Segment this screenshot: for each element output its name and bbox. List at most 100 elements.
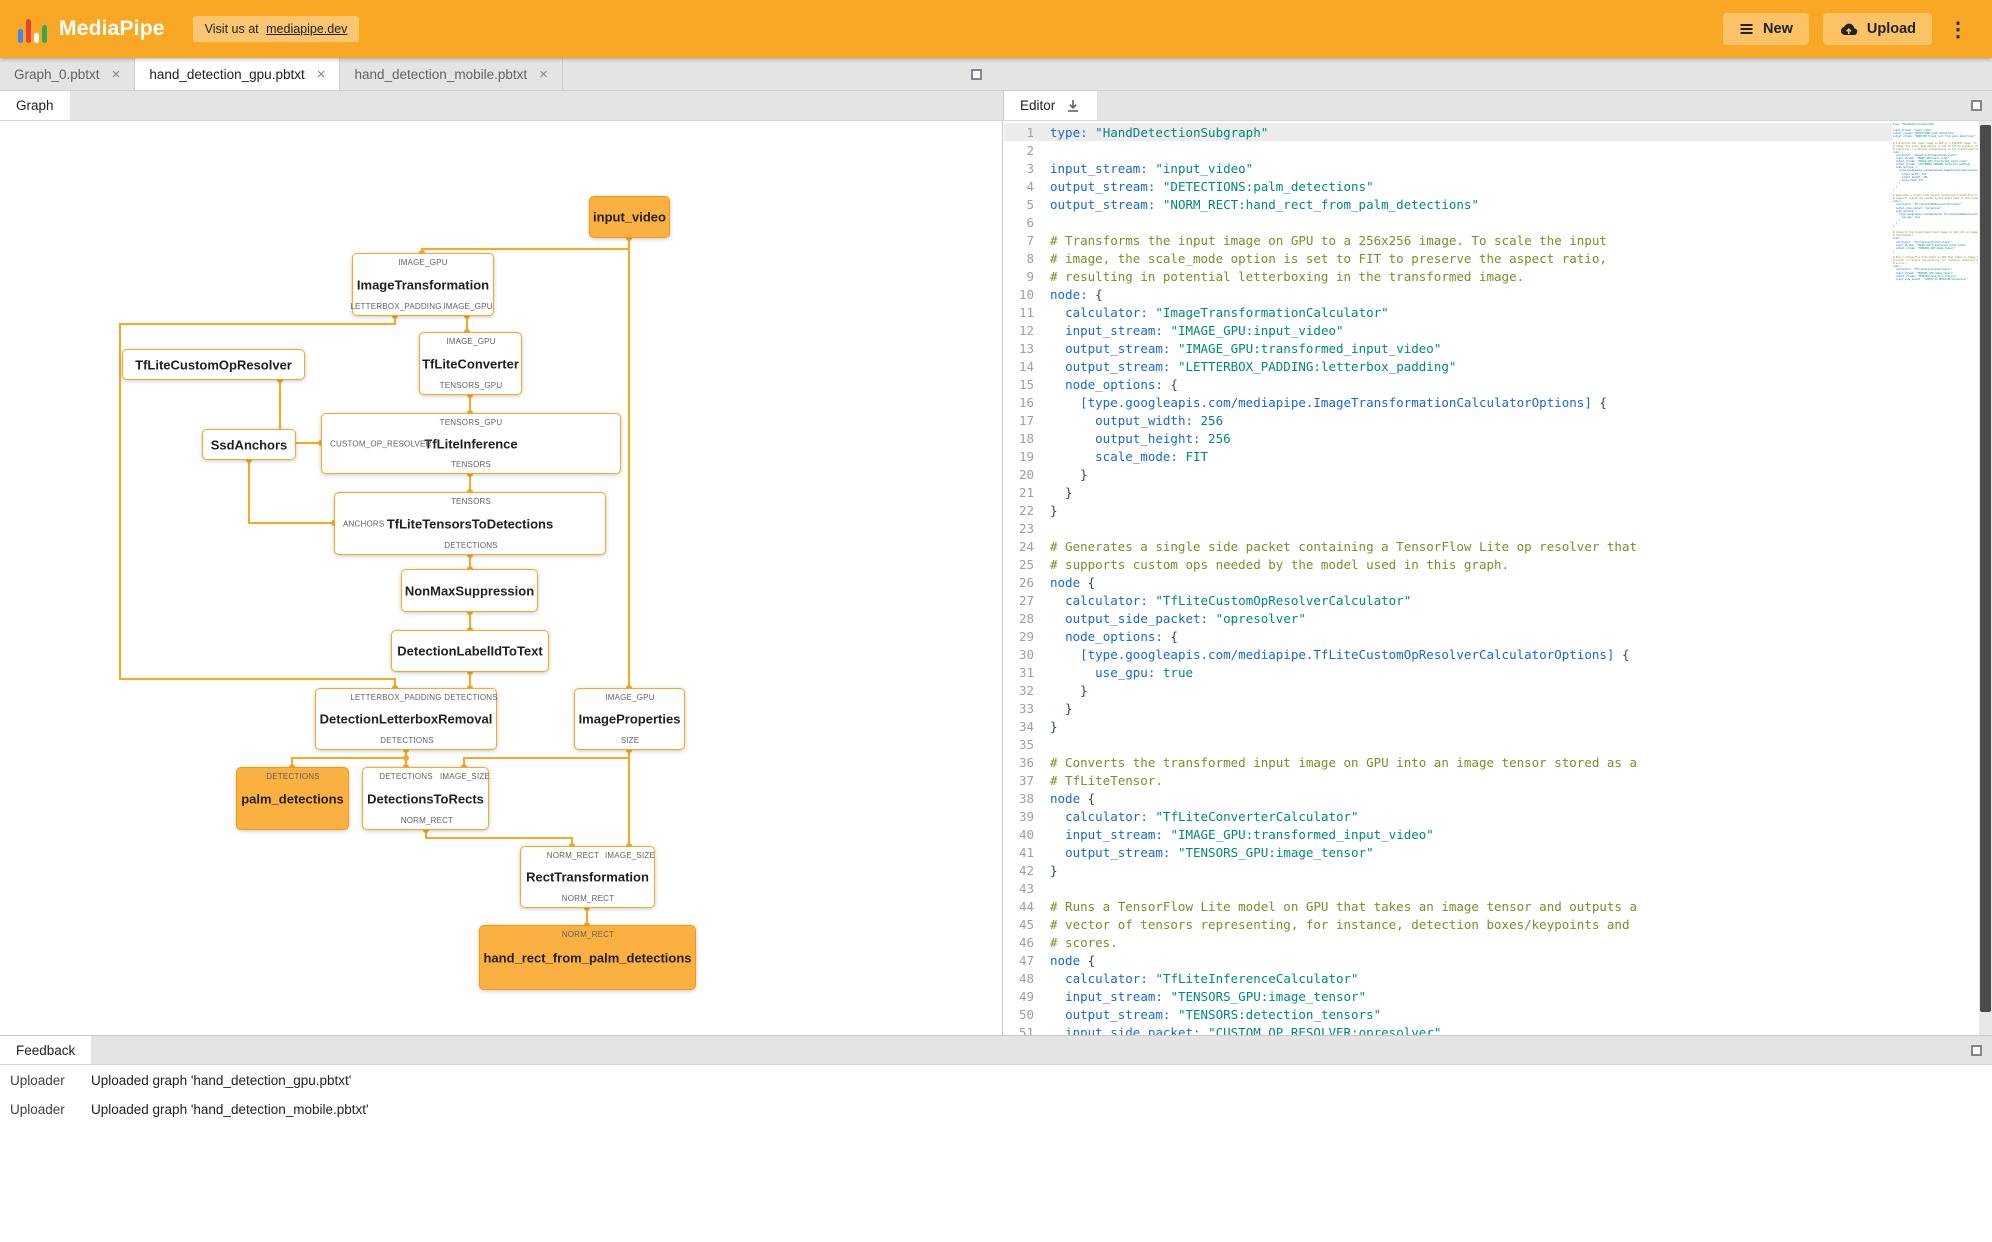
code-line[interactable]: 9 # resulting in potential letterboxing i… — [1004, 267, 1892, 285]
graph-node-image_properties[interactable]: ImageProperties IMAGE_GPU SIZE — [574, 688, 685, 750]
code-line[interactable]: 21 } — [1004, 483, 1892, 501]
node-title: DetectionLabelIdToText — [397, 643, 543, 659]
code-line[interactable]: 48 calculator: "TfLiteInferenceCalculato… — [1004, 969, 1892, 987]
code-line[interactable]: 6 — [1004, 213, 1892, 231]
code-line[interactable]: 16 [type.googleapis.com/mediapipe.ImageT… — [1004, 393, 1892, 411]
node-port-label: IMAGE_GPU — [398, 258, 448, 267]
code-line[interactable]: 42} — [1004, 861, 1892, 879]
graph-node-non_max_suppression[interactable]: NonMaxSuppression — [401, 569, 538, 612]
graph-tab[interactable]: Graph — [0, 91, 70, 120]
graph-node-detections_to_rects[interactable]: DetectionsToRects DETECTIONS IMAGE_SIZE NOR… — [362, 767, 490, 830]
code-line[interactable]: 5 output_stream: "NORM_RECT:hand_rect_fro… — [1004, 195, 1892, 213]
graph-node-tflite_custom_op_resolver[interactable]: TfLiteCustomOpResolver — [122, 349, 305, 380]
file-tab[interactable]: Graph_0.pbtxt × — [0, 58, 136, 90]
code-text: } — [1050, 466, 1088, 482]
code-line[interactable]: 36 # Converts the transformed input image… — [1004, 753, 1892, 771]
code-line[interactable]: 25 # supports custom ops needed by the mo… — [1004, 555, 1892, 573]
feedback-expand-icon[interactable] — [1971, 1045, 1982, 1056]
minimap[interactable]: type: "HandDetectionSubgraph" input_strea… — [1893, 123, 1978, 1033]
editor-scrollbar[interactable] — [1979, 121, 1992, 1035]
graph-node-hand_rect_from_palm_detections[interactable]: hand_rect_from_palm_detections NORM_RECT — [479, 925, 696, 990]
code-line[interactable]: 26 node { — [1004, 573, 1892, 591]
code-line[interactable]: 23 — [1004, 519, 1892, 537]
scrollbar-thumb[interactable] — [1980, 125, 1991, 1012]
node-title: TfLiteCustomOpResolver — [135, 357, 292, 372]
close-icon[interactable]: × — [317, 66, 326, 83]
code-line[interactable]: 49 input_stream: "TENSORS_GPU:image_tens… — [1004, 987, 1892, 1005]
code-line[interactable]: 27 calculator: "TfLiteCustomOpResolverCa… — [1004, 591, 1892, 609]
code-line[interactable]: 34} — [1004, 717, 1892, 735]
code-line[interactable]: 50 output_stream: "TENSORS:detection_ten… — [1004, 1005, 1892, 1023]
node-title: NonMaxSuppression — [404, 583, 535, 598]
code-line[interactable]: 33 } — [1004, 699, 1892, 717]
code-line[interactable]: 43 — [1004, 879, 1892, 897]
code-line[interactable]: 28 output_side_packet: "opresolver" — [1004, 609, 1892, 627]
graph-canvas[interactable]: input_video ImageTransformation IMAGE_GPU L… — [0, 121, 1003, 1035]
code-line[interactable]: 41 output_stream: "TENSORS_GPU:image_ten… — [1004, 843, 1892, 861]
graph-node-tflite_tensors_to_detections[interactable]: TfLiteTensorsToDetections TENSORS DETECTIO… — [334, 492, 606, 555]
file-tab[interactable]: hand_detection_gpu.pbtxt × — [135, 58, 341, 90]
code-line[interactable]: 35 — [1004, 735, 1892, 753]
code-line[interactable]: 46 # scores. — [1004, 933, 1892, 951]
node-port-label: TENSORS — [450, 497, 492, 506]
code-line[interactable]: 19 scale_mode: FIT — [1004, 447, 1892, 465]
code-line[interactable]: 12 input_stream: "IMAGE_GPU:input_video" — [1004, 321, 1892, 339]
code-line[interactable]: 8 # image, the scale_mode option is set t… — [1004, 249, 1892, 267]
graph-expand-icon[interactable] — [971, 69, 982, 80]
line-number: 12 — [1018, 322, 1034, 338]
code-line[interactable]: 45 # vector of tensors representing, for … — [1004, 915, 1892, 933]
close-icon[interactable]: × — [112, 66, 121, 83]
new-button[interactable]: New — [1723, 13, 1809, 45]
graph-node-palm_detections[interactable]: palm_detections DETECTIONS — [236, 767, 349, 830]
kebab-menu-icon[interactable]: ⋮ — [1942, 15, 1974, 44]
code-line[interactable]: 32 } — [1004, 681, 1892, 699]
code-line[interactable]: 22} — [1004, 501, 1892, 519]
graph-node-tflite_inference[interactable]: TfLiteInference TENSORS_GPU TENSORS CUSTOM_… — [321, 413, 621, 474]
code-line[interactable]: 13 output_stream: "IMAGE_GPU:transformed… — [1004, 339, 1892, 357]
upload-button[interactable]: Upload — [1822, 13, 1932, 45]
editor-tab[interactable]: Editor — [1004, 91, 1098, 120]
code-line[interactable]: 18 output_height: 256 — [1004, 429, 1892, 447]
graph-node-detection_letterbox_removal[interactable]: DetectionLetterboxRemoval LETTERBOX_PADDI… — [315, 688, 498, 750]
feedback-tab-label: Feedback — [16, 1042, 76, 1058]
graph-node-input_video[interactable]: input_video — [589, 196, 670, 238]
graph-node-rect_transformation[interactable]: RectTransformation NORM_RECT IMAGE_SIZE NOR… — [520, 846, 655, 908]
code-line[interactable]: 37 # TfLiteTensor. — [1004, 771, 1892, 789]
code-line[interactable]: 30 [type.googleapis.com/mediapipe.TfLite… — [1004, 645, 1892, 663]
graph-node-tflite_converter[interactable]: TfLiteConverter IMAGE_GPU TENSORS_GPU — [419, 332, 522, 395]
code-line[interactable]: 4 output_stream: "DETECTIONS:palm_detecti… — [1004, 177, 1892, 195]
code-line[interactable]: 40 input_stream: "IMAGE_GPU:transformed_… — [1004, 825, 1892, 843]
line-number: 48 — [1018, 970, 1034, 986]
code-editor[interactable]: 1 type: "HandDetectionSubgraph" 2 3 input_st… — [1004, 121, 1992, 1035]
line-number: 51 — [1018, 1024, 1034, 1036]
close-icon[interactable]: × — [539, 66, 548, 83]
code-line[interactable]: 7 # Transforms the input image on GPU to … — [1004, 231, 1892, 249]
code-line[interactable]: 14 output_stream: "LETTERBOX_PADDING:let… — [1004, 357, 1892, 375]
code-line[interactable]: 38 node { — [1004, 789, 1892, 807]
code-line[interactable]: 3 input_stream: "input_video" — [1004, 159, 1892, 177]
code-line[interactable]: 24 # Generates a single side packet conta… — [1004, 537, 1892, 555]
code-line[interactable]: 39 calculator: "TfLiteConverterCalculato… — [1004, 807, 1892, 825]
code-line[interactable]: 31 use_gpu: true — [1004, 663, 1892, 681]
code-line[interactable]: 44 # Runs a TensorFlow Lite model on GPU … — [1004, 897, 1892, 915]
code-line[interactable]: 11 calculator: "ImageTransformationCalcu… — [1004, 303, 1892, 321]
line-number: 29 — [1018, 628, 1034, 644]
graph-node-detection_label_id_to_text[interactable]: DetectionLabelIdToText — [391, 630, 549, 672]
code-line[interactable]: 29 node_options: { — [1004, 627, 1892, 645]
code-line[interactable]: 20 } — [1004, 465, 1892, 483]
code-line[interactable]: 17 output_width: 256 — [1004, 411, 1892, 429]
code-text: [type.googleapis.com/mediapipe.ImageTran… — [1080, 394, 1607, 410]
code-line[interactable]: 47 node { — [1004, 951, 1892, 969]
graph-node-image_transformation[interactable]: ImageTransformation IMAGE_GPU LETTERBOX_PA… — [350, 253, 494, 316]
code-line[interactable]: 2 — [1004, 141, 1892, 159]
editor-expand-icon[interactable] — [1971, 100, 1982, 111]
file-tab[interactable]: hand_detection_mobile.pbtxt × — [340, 58, 563, 90]
code-line[interactable]: 10 node: { — [1004, 285, 1892, 303]
feedback-tab[interactable]: Feedback — [0, 1036, 92, 1064]
download-icon[interactable] — [1065, 98, 1081, 114]
code-line[interactable]: 1 type: "HandDetectionSubgraph" — [1004, 123, 1892, 141]
code-line[interactable]: 51 input_side_packet: "CUSTOM_OP_RESOLVE… — [1004, 1023, 1892, 1036]
code-line[interactable]: 15 node_options: { — [1004, 375, 1892, 393]
visit-link[interactable]: mediapipe.dev — [266, 22, 347, 36]
graph-node-ssd_anchors[interactable]: SsdAnchors — [202, 429, 296, 460]
